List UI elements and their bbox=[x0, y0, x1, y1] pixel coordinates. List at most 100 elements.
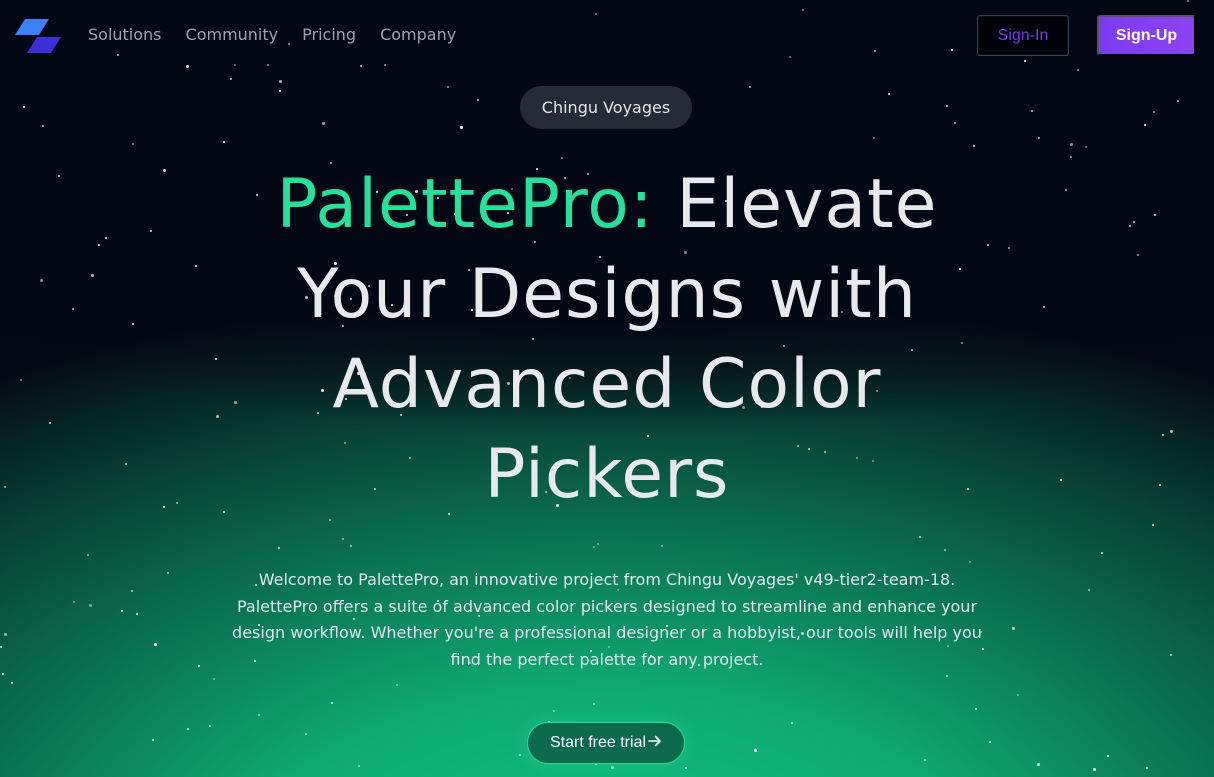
star-dot bbox=[358, 765, 360, 767]
star-dot bbox=[331, 702, 333, 704]
hero-description: Welcome to PalettePro, an innovative pro… bbox=[232, 570, 982, 669]
star-dot bbox=[1038, 137, 1040, 139]
star-dot bbox=[279, 80, 282, 83]
star-dot bbox=[477, 99, 479, 101]
star-dot bbox=[176, 502, 178, 504]
star-dot bbox=[4, 633, 7, 636]
star-dot bbox=[1154, 214, 1156, 216]
star-dot bbox=[1133, 221, 1135, 223]
star-dot bbox=[342, 538, 344, 540]
star-dot bbox=[460, 126, 463, 129]
star-dot bbox=[187, 728, 189, 730]
star-dot bbox=[1129, 225, 1131, 227]
star-dot bbox=[924, 759, 926, 761]
star-dot bbox=[154, 643, 157, 646]
star-dot bbox=[593, 703, 595, 705]
star-dot bbox=[1088, 589, 1090, 591]
star-dot bbox=[163, 169, 166, 172]
star-dot bbox=[258, 714, 260, 716]
nav-link-solutions[interactable]: Solutions bbox=[88, 24, 162, 46]
star-dot bbox=[1162, 434, 1164, 436]
star-dot bbox=[132, 323, 134, 325]
star-dot bbox=[1065, 189, 1067, 191]
star-dot bbox=[1152, 524, 1154, 526]
star-dot bbox=[350, 545, 352, 547]
star-dot bbox=[969, 561, 971, 563]
star-dot bbox=[661, 545, 663, 547]
sign-in-button[interactable]: Sign-In bbox=[977, 15, 1069, 56]
star-dot bbox=[989, 741, 991, 743]
star-dot bbox=[91, 274, 94, 277]
star-dot bbox=[791, 722, 793, 724]
star-dot bbox=[919, 536, 921, 538]
star-dot bbox=[1107, 755, 1109, 757]
star-dot bbox=[150, 230, 152, 232]
nav-links: Solutions Community Pricing Company bbox=[88, 24, 456, 46]
logo-icon[interactable] bbox=[15, 19, 63, 53]
project-badge: Chingu Voyages bbox=[520, 86, 692, 129]
star-dot bbox=[305, 733, 307, 735]
star-dot bbox=[1159, 484, 1161, 486]
star-dot bbox=[873, 137, 875, 139]
star-dot bbox=[132, 143, 134, 145]
star-dot bbox=[561, 157, 563, 159]
star-dot bbox=[105, 237, 107, 239]
star-dot bbox=[98, 244, 100, 246]
star-dot bbox=[125, 463, 127, 465]
star-dot bbox=[0, 646, 2, 648]
star-dot bbox=[1137, 254, 1139, 256]
star-dot bbox=[152, 739, 154, 741]
star-dot bbox=[685, 767, 687, 769]
star-dot bbox=[1070, 156, 1072, 158]
star-dot bbox=[1177, 100, 1179, 102]
star-dot bbox=[888, 93, 890, 95]
star-dot bbox=[4, 486, 6, 488]
star-dot bbox=[954, 122, 956, 124]
star-dot bbox=[163, 506, 165, 508]
star-dot bbox=[982, 648, 984, 650]
star-dot bbox=[73, 601, 75, 603]
star-dot bbox=[20, 379, 22, 381]
hero-title: PalettePro: Elevate Your Designs with Ad… bbox=[200, 160, 1014, 520]
star-dot bbox=[49, 422, 51, 424]
star-dot bbox=[946, 105, 948, 107]
star-dot bbox=[40, 279, 43, 282]
sign-up-button[interactable]: Sign-Up bbox=[1097, 15, 1196, 56]
star-dot bbox=[1153, 111, 1155, 113]
star-dot bbox=[749, 86, 751, 88]
cta-label: Start free trial bbox=[549, 734, 647, 751]
star-dot bbox=[136, 613, 138, 615]
star-dot bbox=[1170, 430, 1173, 433]
star-dot bbox=[322, 122, 325, 125]
star-dot bbox=[2, 673, 4, 675]
star-dot bbox=[87, 554, 89, 556]
star-dot bbox=[23, 106, 25, 108]
hero-title-accent: PalettePro: bbox=[276, 165, 654, 244]
star-dot bbox=[278, 547, 280, 549]
star-dot bbox=[121, 610, 123, 612]
star-dot bbox=[1085, 146, 1087, 148]
star-dot bbox=[1146, 767, 1148, 769]
star-dot bbox=[89, 604, 92, 607]
nav-link-pricing[interactable]: Pricing bbox=[302, 24, 356, 46]
star-dot bbox=[213, 678, 215, 680]
arrow-right-icon bbox=[648, 734, 662, 753]
star-dot bbox=[553, 710, 555, 712]
nav-link-company[interactable]: Company bbox=[380, 24, 456, 46]
star-dot bbox=[1070, 143, 1073, 146]
star-dot bbox=[195, 265, 197, 267]
star-dot bbox=[1093, 768, 1096, 771]
star-dot bbox=[58, 175, 60, 177]
start-free-trial-button[interactable]: Start free trial bbox=[527, 722, 685, 764]
star-dot bbox=[42, 125, 44, 127]
star-dot bbox=[167, 572, 169, 574]
nav-link-community[interactable]: Community bbox=[186, 24, 279, 46]
star-dot bbox=[973, 145, 975, 147]
star-dot bbox=[131, 590, 133, 592]
star-dot bbox=[944, 549, 946, 551]
star-dot bbox=[1144, 124, 1146, 126]
star-dot bbox=[1031, 110, 1033, 112]
star-dot bbox=[1037, 763, 1040, 766]
star-dot bbox=[1043, 306, 1045, 308]
star-dot bbox=[1101, 552, 1103, 554]
